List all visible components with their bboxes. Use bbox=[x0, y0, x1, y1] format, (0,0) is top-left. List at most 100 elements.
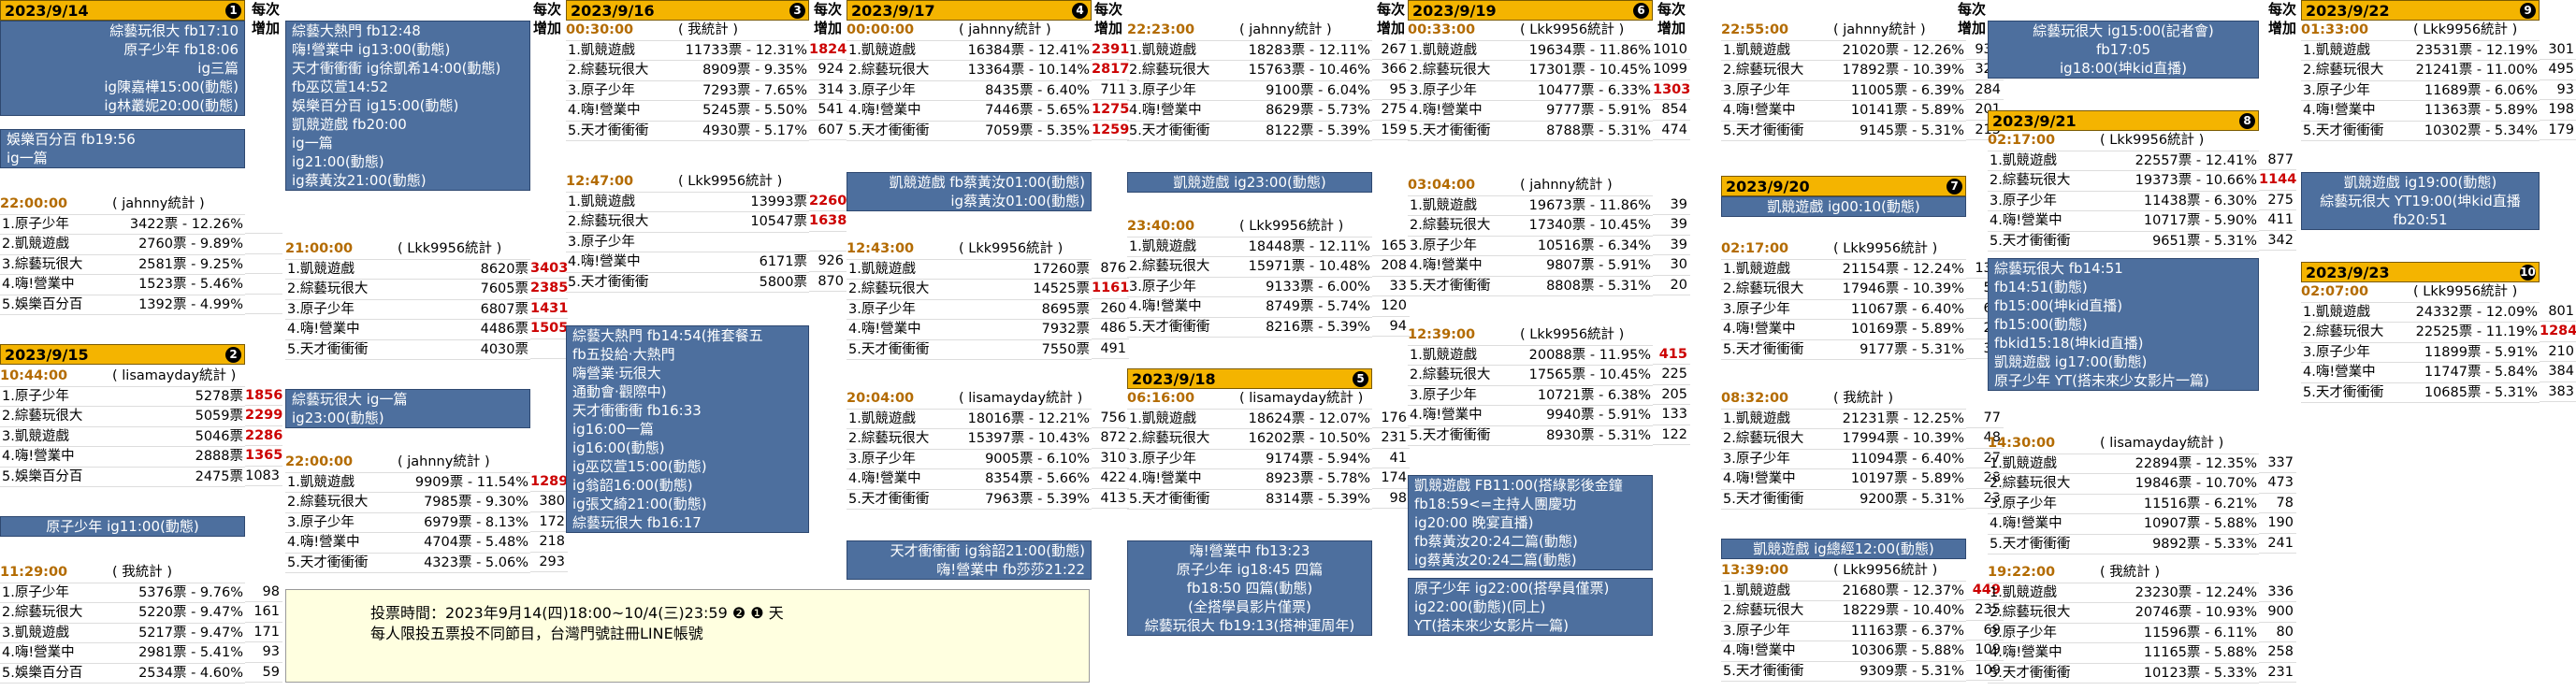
vote-value: 7446票 - 5.65% bbox=[985, 103, 1090, 118]
increment-value: 337 bbox=[2259, 453, 2296, 473]
stats-row: 5.娛樂百分百 2475票 bbox=[0, 468, 245, 487]
increment-value: 293 bbox=[530, 553, 568, 572]
date-header: 2023/9/15 2 bbox=[0, 344, 245, 365]
increment-value: 383 bbox=[2540, 382, 2576, 402]
promo-line: fb18:59<=主持人團慶功 bbox=[1414, 496, 1577, 512]
stats-row: 5.天才衝衝衝 5800票 bbox=[566, 273, 809, 293]
program-name: 1.凱競遊戲 bbox=[2303, 304, 2370, 320]
vote-value: 7550票 bbox=[1041, 341, 1090, 357]
vote-value: 10907票 - 5.88% bbox=[2143, 516, 2257, 531]
stats-row: 1.凱競遊戲 8620票 bbox=[285, 260, 530, 280]
vote-value: 10717票 - 5.90% bbox=[2143, 213, 2257, 228]
vote-value: 24332票 - 12.09% bbox=[2415, 304, 2538, 320]
program-name: 5.天才衝衝衝 bbox=[1723, 491, 1804, 507]
program-name: 1.凱競遊戲 bbox=[1129, 42, 1196, 58]
vote-value: 21680票 - 12.37% bbox=[1842, 583, 1964, 598]
increment-value: 275 bbox=[2259, 191, 2296, 210]
increment-value: 607 bbox=[809, 121, 847, 140]
vote-value: 1523票 - 5.46% bbox=[138, 277, 243, 292]
stats-block: 23:40:00 ( Lkk9956統計 ) 1.凱競遊戲 18448票 - 12.1… bbox=[1127, 217, 1372, 338]
vote-value: 9807票 - 5.91% bbox=[1546, 258, 1651, 273]
stats-row: 5.天才衝衝衝 8788票 - 5.31% bbox=[1408, 122, 1653, 141]
stats-row: 3.原子少年 11067票 - 6.40% bbox=[1721, 300, 1966, 320]
vote-value: 20746票 - 10.93% bbox=[2135, 605, 2257, 620]
vote-value: 9145票 - 5.31% bbox=[1860, 122, 1964, 138]
program-name: 5.天才衝衝衝 bbox=[1990, 536, 2071, 552]
stats-row: 1.凱競遊戲 21680票 - 12.37% bbox=[1721, 582, 1966, 601]
vote-value: 13364票 - 10.14% bbox=[967, 63, 1090, 78]
program-name: 1.凱競遊戲 bbox=[1723, 583, 1790, 598]
promo-line: ig21:00(動態) bbox=[292, 153, 384, 170]
promo-line: ig蔡黃汝21:00(動態) bbox=[292, 172, 427, 189]
stats-block: 06:16:00 ( lisamayday統計 ) 1.凱競遊戲 18624票 - 1… bbox=[1127, 389, 1372, 510]
stats-row: 3.原子少年 10516票 - 6.34% bbox=[1408, 237, 1653, 256]
promo-line: 通動會‧觀際中) bbox=[572, 383, 667, 400]
program-name: 1.凱競遊戲 bbox=[1410, 347, 1477, 363]
promo-line: 天才衝衝衝 ig翁韶21:00(動態) bbox=[890, 542, 1085, 559]
stats-row: 5.天才衝衝衝 10302票 - 5.34% bbox=[2301, 122, 2540, 141]
promo-line: fb蔡黃汝20:24二篇(動態) bbox=[1414, 533, 1578, 550]
stats-row: 1.凱競遊戲 9909票 - 11.54% bbox=[285, 473, 530, 493]
stats-source: ( jahnny統計 ) bbox=[398, 454, 490, 469]
increment-value: 94 bbox=[1372, 317, 1410, 337]
date-header: 2023/9/14 1 bbox=[0, 0, 245, 21]
stats-row: 4.嗨!營業中 1523票 - 5.46% bbox=[0, 275, 245, 295]
stats-row: 4.嗨!營業中 11165票 - 5.88% bbox=[1988, 643, 2259, 664]
vote-value: 7605票 bbox=[480, 281, 528, 296]
increment-column: 39 39 39 30 20 bbox=[1653, 195, 1690, 295]
increment-value: 241 bbox=[2259, 534, 2296, 554]
promo-line: 綜藝玩很大 YT19:00(坤kid直播 bbox=[2320, 193, 2521, 209]
program-name: 4.嗨!營業中 bbox=[287, 535, 360, 550]
vote-value: 9909票 - 11.54% bbox=[414, 474, 528, 490]
promo-line: ig巫苡萱15:00(動態) bbox=[572, 458, 707, 475]
stats-source: ( lisamayday統計 ) bbox=[2100, 436, 2224, 451]
program-name: 4.嗨!營業中 bbox=[1990, 645, 2062, 660]
promo-line: ig林叢妮20:00(動態) bbox=[104, 97, 239, 114]
stats-source: ( Lkk9956統計 ) bbox=[1520, 327, 1625, 342]
increment-value: 415 bbox=[1653, 345, 1690, 365]
stats-row: 5.娛樂百分百 2534票 - 4.60% bbox=[0, 664, 245, 684]
program-name: 3.原子少年 bbox=[1129, 279, 1196, 295]
vote-value: 7963票 - 5.39% bbox=[985, 491, 1090, 507]
stats-row: 3.原子少年 9133票 - 6.00% bbox=[1127, 278, 1372, 297]
stats-row: 3.原子少年 8695票 bbox=[847, 300, 1092, 320]
stats-header: 02:07:00 ( Lkk9956統計 ) bbox=[2301, 282, 2540, 303]
stats-time: 11:29:00 bbox=[0, 565, 68, 580]
increment-value: 1284 bbox=[2540, 322, 2576, 342]
vote-value: 5217票 - 9.47% bbox=[138, 625, 243, 641]
vote-value: 8749票 - 5.74% bbox=[1266, 299, 1370, 314]
vote-value: 8122票 - 5.39% bbox=[1266, 122, 1370, 138]
stats-row: 3.原子少年 11163票 - 6.37% bbox=[1721, 622, 1966, 641]
program-name: 1.凱競遊戲 bbox=[848, 410, 916, 426]
stats-row: 1.凱競遊戲 18624票 - 12.07% bbox=[1127, 410, 1372, 429]
program-name: 3.原子少年 bbox=[1129, 82, 1196, 98]
stats-row: 4.嗨!營業中 10141票 - 5.89% bbox=[1721, 101, 1966, 122]
stats-source: ( Lkk9956統計 ) bbox=[1833, 563, 1938, 578]
stats-row: 5.天才衝衝衝 9200票 - 5.31% bbox=[1721, 490, 1966, 510]
program-name: 3.原子少年 bbox=[287, 514, 355, 530]
program-name: 5.天才衝衝衝 bbox=[2303, 122, 2384, 138]
increment-value bbox=[245, 214, 282, 234]
date-header: 2023/9/22 9 bbox=[2301, 0, 2540, 21]
program-name: 5.娛樂百分百 bbox=[2, 665, 83, 681]
increment-column: 98 161 171 93 59 bbox=[245, 583, 282, 683]
program-name: 2.綜藝玩很大 bbox=[1723, 63, 1804, 78]
increment-header: 每次增加 bbox=[1657, 1, 1686, 36]
promo-line: ig翁韶16:00(動態) bbox=[572, 477, 693, 494]
stats-block: 10:44:00 ( lisamayday統計 ) 1.原子少年 5278票 2.綜藝玩… bbox=[0, 367, 245, 487]
day-number-badge: 6 bbox=[1633, 3, 1649, 19]
increment-column: 756 872 310 422 413 bbox=[1092, 409, 1129, 509]
program-name: 5.天才衝衝衝 bbox=[848, 341, 930, 357]
program-name: 4.嗨!營業中 bbox=[568, 254, 641, 269]
vote-value: 15397票 - 10.43% bbox=[967, 431, 1090, 446]
vote-value: 11899票 - 5.91% bbox=[2424, 344, 2538, 360]
promo-block: 原子少年 ig22:00(搭學員僅票) ig22:00(動態)(同上) YT(搭未來… bbox=[1408, 578, 1653, 636]
program-name: 1.凱競遊戲 bbox=[1723, 261, 1790, 277]
vote-value: 18016票 - 12.21% bbox=[967, 410, 1090, 426]
stats-block: 08:32:00 ( 我統計 ) 1.凱競遊戲 21231票 - 12.25% 2.綜藝… bbox=[1721, 389, 1966, 510]
program-name: 5.天才衝衝衝 bbox=[848, 122, 930, 138]
promo-line: 綜藝玩很大 fb19:13(搭神運周年) bbox=[1144, 617, 1355, 634]
program-name: 4.嗨!營業中 bbox=[2, 645, 75, 660]
stats-row: 5.天才衝衝衝 7550票 bbox=[847, 340, 1092, 360]
stats-row: 5.天才衝衝衝 8216票 - 5.39% bbox=[1127, 318, 1372, 338]
